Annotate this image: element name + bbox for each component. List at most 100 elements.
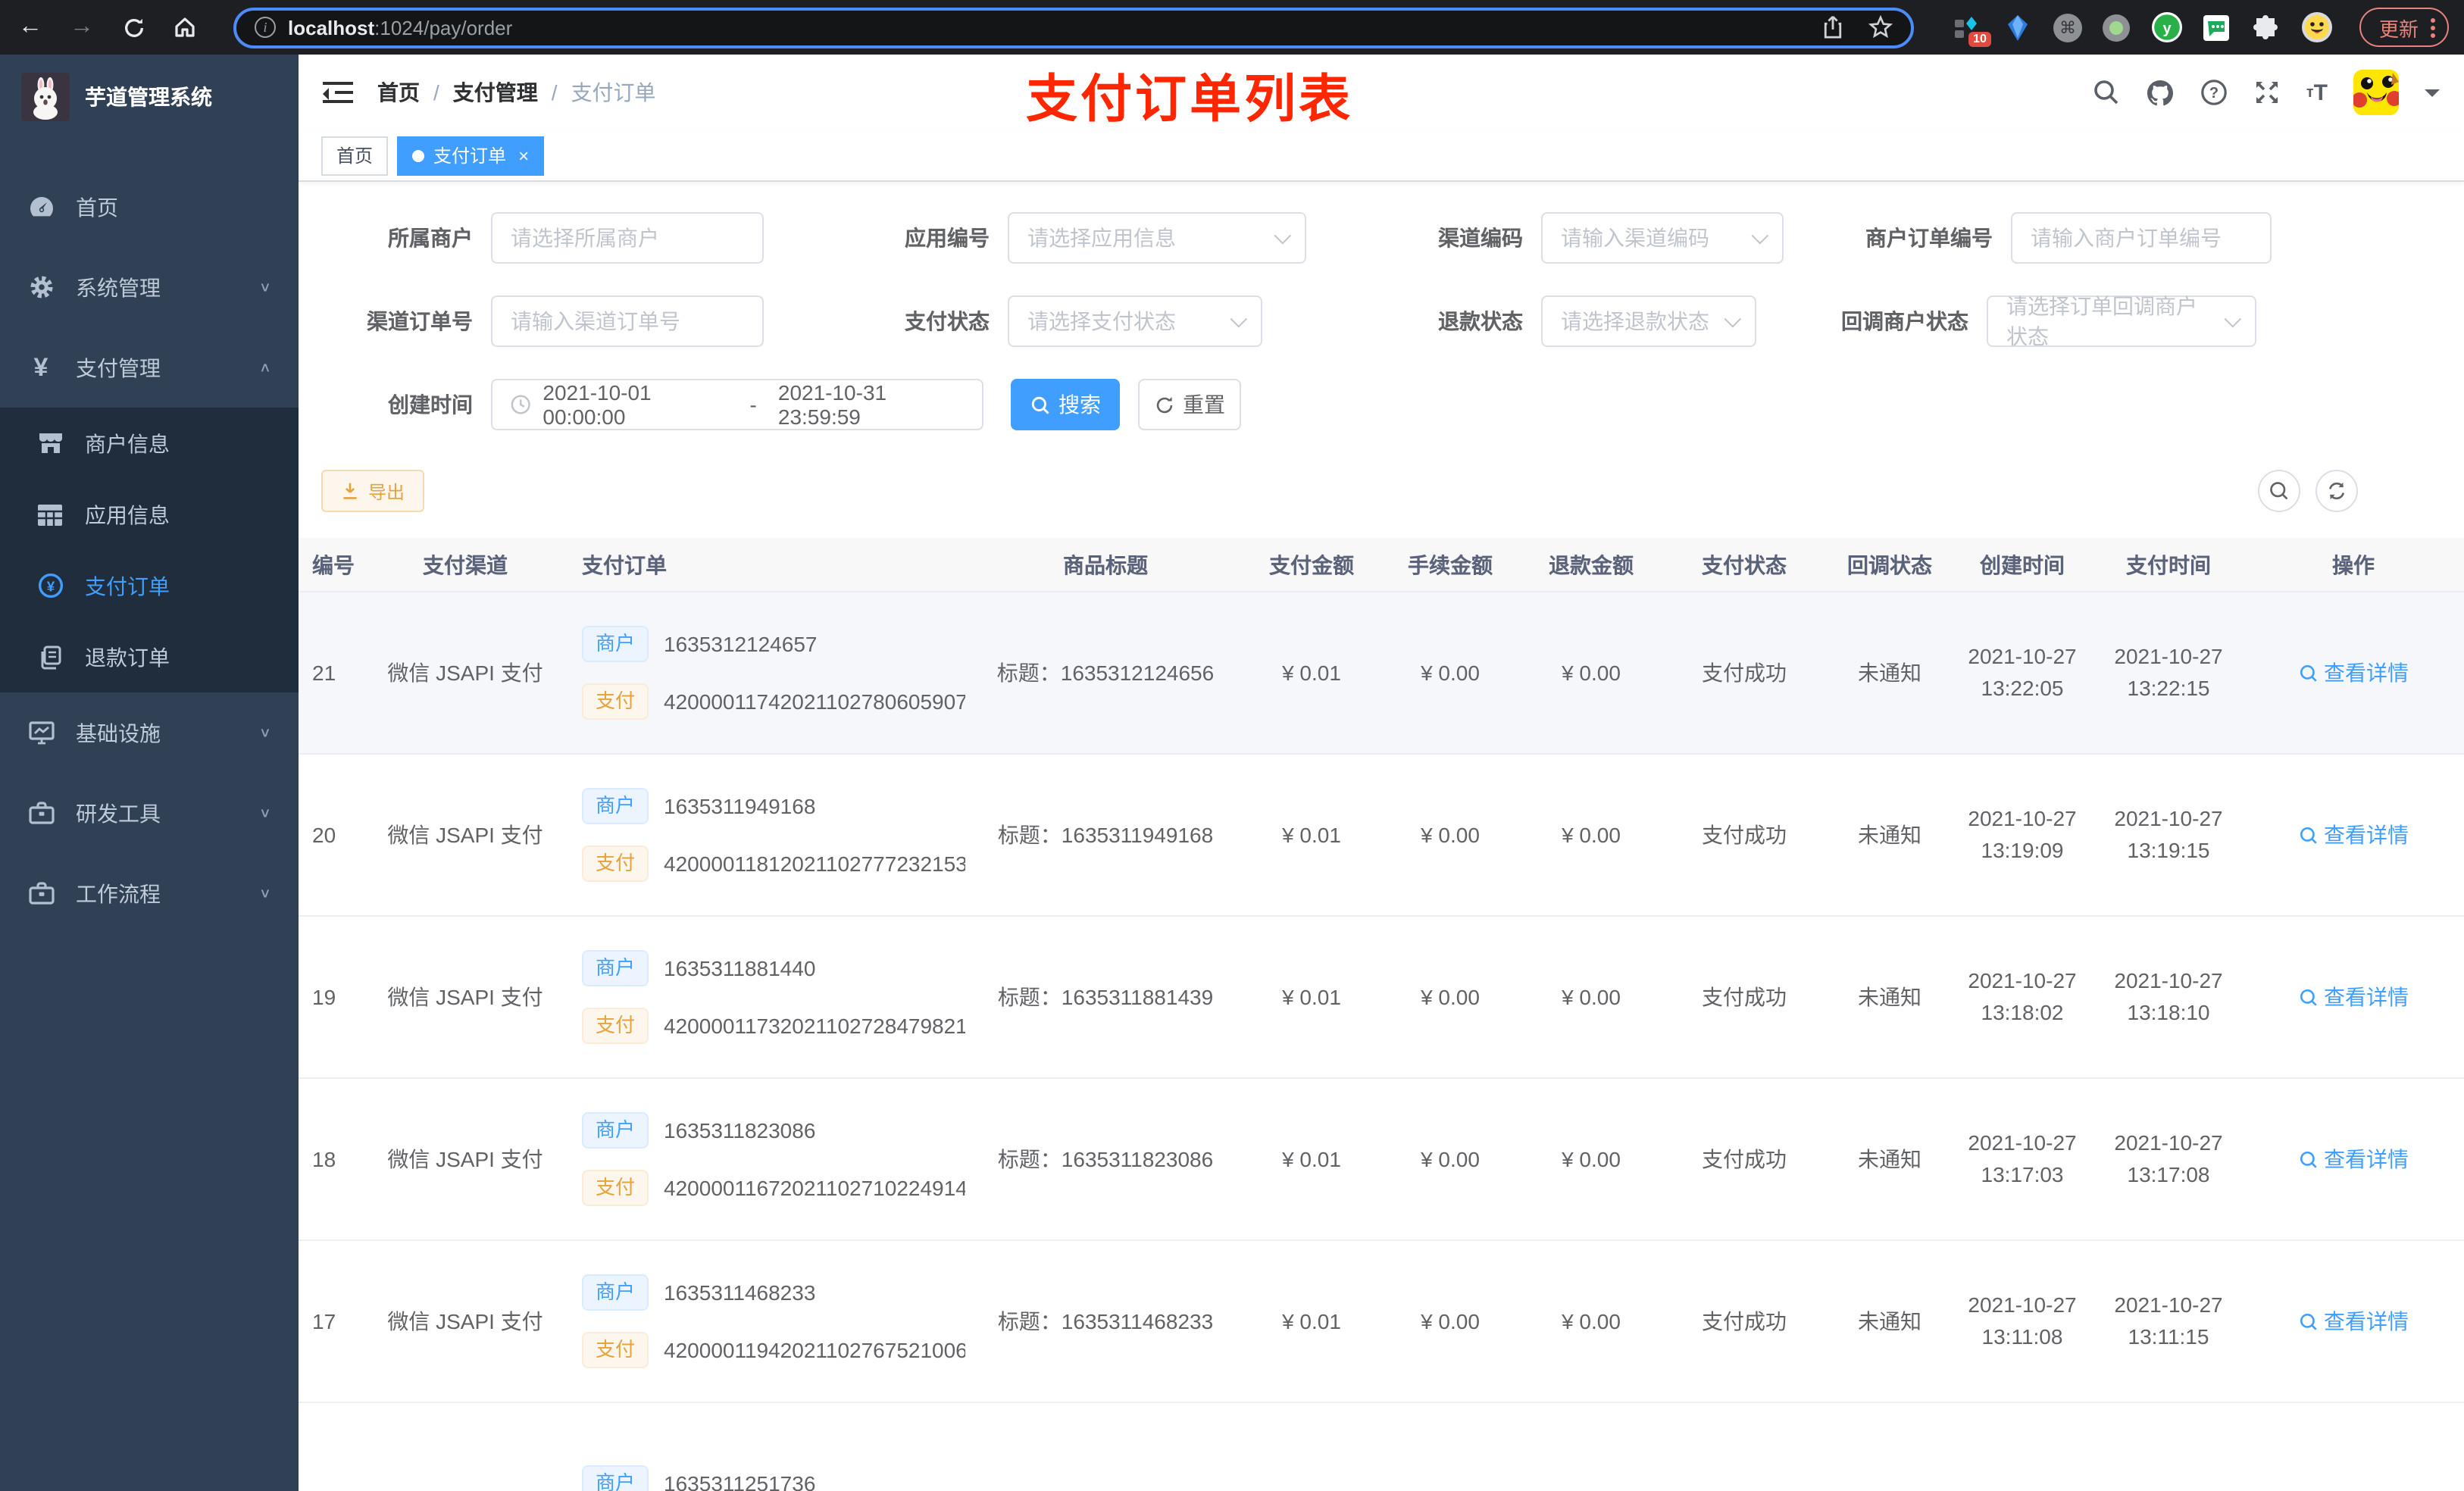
view-detail-link[interactable]: 查看详情	[2298, 1144, 2409, 1174]
table-header-row: 编号 支付渠道 支付订单 商品标题 支付金额 手续金额 退款金额 支付状态 回调…	[299, 538, 2464, 592]
update-button[interactable]: 更新	[2359, 8, 2449, 47]
channel-order-no-input[interactable]	[491, 295, 764, 347]
merchant-input[interactable]	[491, 212, 764, 264]
bookmark-star-icon[interactable]	[1868, 15, 1893, 39]
breadcrumb-home[interactable]: 首页	[377, 77, 420, 108]
profile-emoji-icon[interactable]	[2301, 12, 2332, 42]
column-header: 支付订单	[582, 552, 667, 577]
avatar-caret-icon[interactable]	[2425, 89, 2440, 104]
extensions-puzzle-icon[interactable]	[2252, 12, 2282, 42]
address-bar[interactable]: i localhost:1024/pay/order	[233, 7, 1914, 48]
sidebar-item-payment[interactable]: ¥ 支付管理 ∧	[0, 327, 299, 408]
pay-status-select[interactable]: 请选择支付状态	[1008, 295, 1262, 347]
sidebar-item-infra[interactable]: 基础设施 ∨	[0, 692, 299, 773]
pay-tag: 支付	[582, 846, 649, 882]
view-detail-link[interactable]: 查看详情	[2298, 820, 2409, 850]
table-row[interactable]: 19 微信 JSAPI 支付 商户 1635311881440 支付 4200001…	[299, 917, 2464, 1079]
svg-text:y: y	[2162, 20, 2172, 37]
extension-icon-2[interactable]	[2003, 12, 2034, 42]
extension-icon-1[interactable]: 10	[1953, 12, 1991, 47]
sidebar-item-pay-order[interactable]: ¥ 支付订单	[0, 550, 299, 621]
chevron-down-icon: ∨	[258, 726, 271, 741]
browser-menu-icon[interactable]	[2431, 17, 2435, 37]
sidebar-item-system[interactable]: 系统管理 ∨	[0, 247, 299, 327]
help-icon[interactable]: ?	[2200, 79, 2228, 106]
yen-icon: ¥	[33, 352, 48, 381]
extension-icon-3[interactable]: ⌘	[2053, 13, 2082, 42]
back-icon[interactable]: ←	[15, 12, 45, 42]
show-search-button[interactable]	[2258, 470, 2300, 512]
export-button[interactable]: 导出	[321, 470, 425, 512]
app-logo: 芋道管理系统	[0, 55, 299, 139]
table-row[interactable]: 20 微信 JSAPI 支付 商户 1635311949168 支付 4200001…	[299, 755, 2464, 917]
channel-code-select[interactable]: 请输入渠道编码	[1541, 212, 1784, 264]
chevron-down-icon: ∨	[258, 886, 271, 902]
column-header: 支付状态	[1702, 552, 1787, 577]
reset-button[interactable]: 重置	[1138, 379, 1241, 430]
extension-icon-4[interactable]	[2102, 12, 2132, 42]
github-icon[interactable]	[2146, 79, 2175, 106]
breadcrumb: 首页 / 支付管理 / 支付订单	[377, 77, 656, 108]
chevron-up-icon: ∧	[258, 361, 271, 376]
briefcase-icon	[27, 882, 55, 905]
gear-icon	[27, 274, 55, 300]
forward-icon[interactable]: →	[67, 12, 97, 42]
reload-icon[interactable]	[118, 12, 149, 42]
sidebar-toggle-icon[interactable]	[323, 81, 353, 104]
payment-submenu: 商户信息 应用信息 ¥ 支付订单 退款订单	[0, 408, 299, 692]
site-info-icon[interactable]: i	[255, 17, 276, 38]
merchant-order-no-input[interactable]	[2011, 212, 2272, 264]
home-icon[interactable]	[170, 12, 200, 42]
sidebar-item-workflow[interactable]: 工作流程 ∨	[0, 853, 299, 933]
dashboard-icon	[27, 195, 55, 218]
avatar[interactable]	[2353, 70, 2399, 115]
table-row[interactable]: 18 微信 JSAPI 支付 商户 1635311823086 支付 4200001…	[299, 1079, 2464, 1241]
tag-tabs-bar: 首页 支付订单 ×	[299, 130, 2464, 182]
view-detail-link[interactable]: 查看详情	[2298, 658, 2409, 688]
notify-status: 未通知	[1858, 661, 1921, 685]
refund-status-select[interactable]: 请选择退款状态	[1541, 295, 1756, 347]
table-row[interactable]: 17 微信 JSAPI 支付 商户 1635311468233 支付 4200001…	[299, 1241, 2464, 1403]
font-size-icon[interactable]: тT	[2306, 80, 2328, 105]
column-header: 支付金额	[1269, 552, 1354, 577]
chevron-down-icon	[1274, 227, 1292, 245]
grid-icon	[36, 504, 64, 525]
view-detail-link[interactable]: 查看详情	[2298, 982, 2409, 1012]
search-icon[interactable]	[2093, 79, 2120, 106]
refresh-table-button[interactable]	[2315, 470, 2358, 512]
tab-home[interactable]: 首页	[321, 136, 389, 175]
pay-status: 支付成功	[1702, 823, 1787, 847]
sidebar-item-merchant-info[interactable]: 商户信息	[0, 408, 299, 479]
table-row[interactable]: 21 微信 JSAPI 支付 商户 1635312124657 支付 4200001…	[299, 592, 2464, 755]
search-icon	[2299, 988, 2316, 1005]
page-content: 所属商户 应用编号 请选择应用信息 渠道编码 请输入渠道编码 商户订单编号	[299, 182, 2464, 1491]
table-row[interactable]: 商户 1635311251736	[299, 1403, 2464, 1491]
chevron-down-icon: ∨	[258, 280, 271, 295]
search-icon	[2299, 1150, 2316, 1167]
clock-icon	[511, 395, 530, 414]
share-icon[interactable]	[1821, 15, 1844, 39]
notify-status: 未通知	[1858, 985, 1921, 1009]
fullscreen-icon[interactable]	[2253, 79, 2281, 106]
breadcrumb-payment[interactable]: 支付管理	[453, 77, 538, 108]
sidebar-item-refund-order[interactable]: 退款订单	[0, 621, 299, 692]
chevron-down-icon: ∨	[258, 806, 271, 821]
notify-status-select[interactable]: 请选择订单回调商户状态	[1987, 294, 2256, 349]
date-range-picker[interactable]: 2021-10-01 00:00:00 - 2021-10-31 23:59:5…	[491, 379, 983, 430]
tab-pay-order[interactable]: 支付订单 ×	[397, 136, 545, 175]
view-detail-link[interactable]: 查看详情	[2298, 1306, 2409, 1336]
app-title: 芋道管理系统	[85, 85, 212, 109]
column-header: 手续金额	[1408, 552, 1493, 577]
sidebar-item-app-info[interactable]: 应用信息	[0, 479, 299, 550]
extension-icon-6[interactable]	[2202, 12, 2232, 42]
breadcrumb-current: 支付订单	[571, 80, 656, 105]
app-select[interactable]: 请选择应用信息	[1008, 212, 1306, 264]
sidebar-item-home[interactable]: 首页	[0, 167, 299, 247]
search-icon	[2299, 664, 2316, 681]
close-tab-icon[interactable]: ×	[518, 145, 529, 166]
extension-icon-5[interactable]: y	[2151, 12, 2182, 42]
search-button[interactable]: 搜索	[1011, 379, 1120, 430]
search-icon	[2299, 1312, 2316, 1330]
sidebar-item-devtools[interactable]: 研发工具 ∨	[0, 773, 299, 853]
pay-tag: 支付	[582, 1332, 649, 1368]
